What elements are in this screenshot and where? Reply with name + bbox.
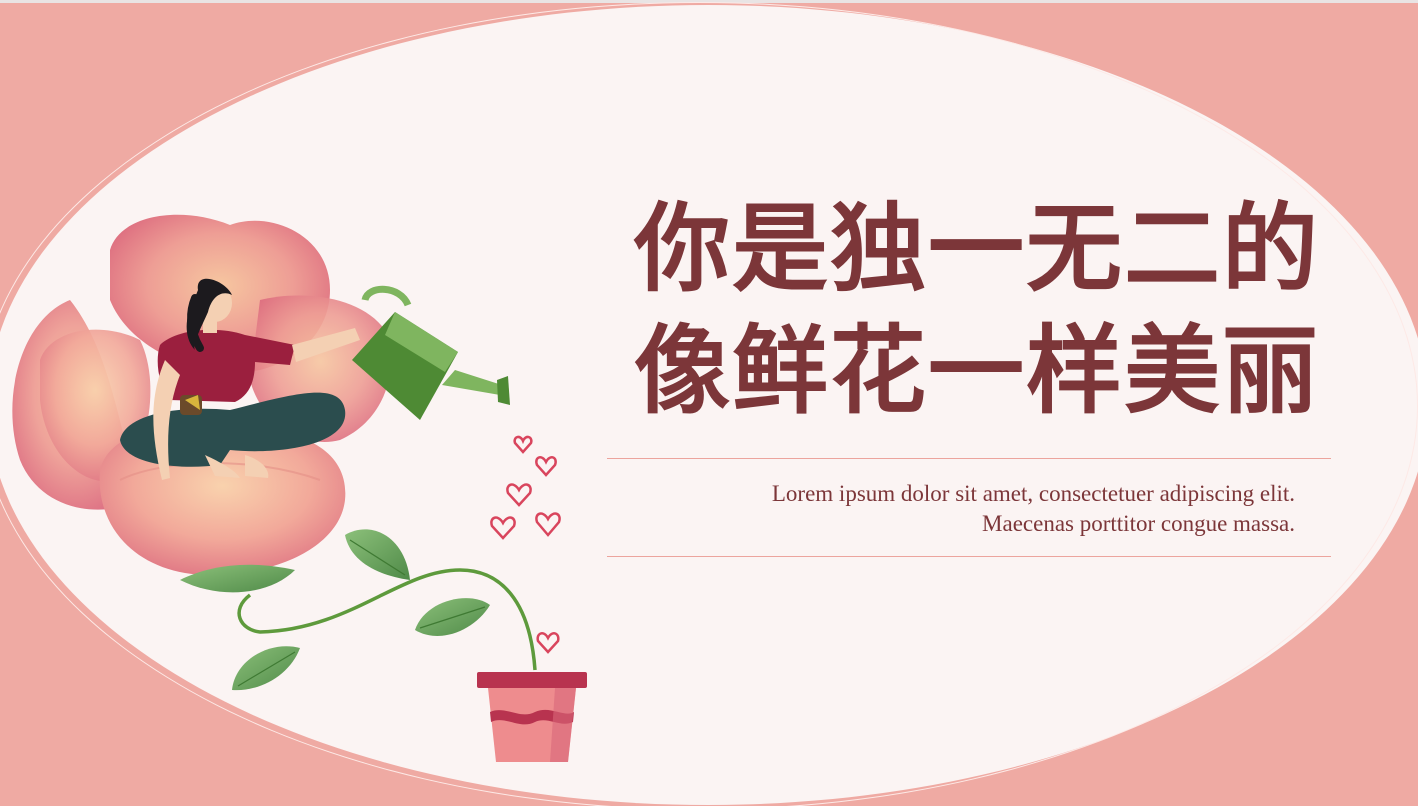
page-title: 你是独一无二的 像鲜花一样美丽 (500, 188, 1320, 432)
slide: 你是独一无二的 像鲜花一样美丽 Lorem ipsum dolor sit am… (0, 0, 1418, 806)
flower-pot-icon (477, 672, 587, 762)
title-line-1: 你是独一无二的 (634, 192, 1320, 305)
divider-bottom (607, 556, 1331, 557)
title-line-2: 像鲜花一样美丽 (634, 314, 1320, 427)
subtitle: Lorem ipsum dolor sit amet, consectetuer… (607, 479, 1295, 539)
subtitle-line-2: Maecenas porttitor congue massa. (982, 511, 1295, 536)
subtitle-line-1: Lorem ipsum dolor sit amet, consectetuer… (771, 481, 1295, 506)
divider-top (607, 458, 1331, 459)
